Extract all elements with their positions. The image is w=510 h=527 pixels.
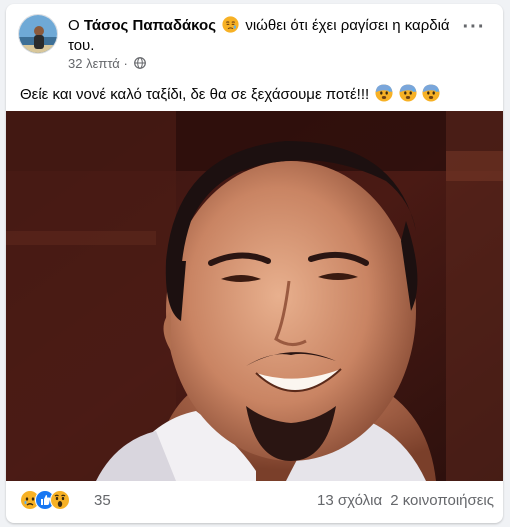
post-stats: 13 σχόλια 2 κοινοποιήσεις	[317, 492, 494, 509]
post-options-button[interactable]: ···	[460, 17, 488, 40]
author-name-link[interactable]: Τάσος Παπαδάκος	[84, 17, 216, 34]
anxious-face-emoji-icon	[422, 84, 440, 102]
headline-prefix: Ο	[68, 17, 80, 34]
post-photo[interactable]	[6, 111, 503, 481]
post-meta: 32 λεπτά ·	[68, 56, 147, 72]
post-headline: Ο Τάσος Παπαδάκος νιώθει ότι έχει ραγίσε…	[68, 16, 458, 56]
anxious-face-emoji-icon	[375, 84, 393, 102]
post-footer: 35 13 σχόλια 2 κοινοποιήσεις	[20, 488, 494, 518]
comments-count-link[interactable]: 13 σχόλια	[317, 492, 382, 509]
anxious-face-emoji-icon	[398, 84, 417, 102]
reaction-count-link[interactable]: 35	[94, 492, 111, 509]
sad-face-emoji-icon	[222, 16, 239, 33]
wow-reaction-icon	[50, 490, 70, 510]
post-body: Θείε και νονέ καλό ταξίδι, δε θα σε ξεχά…	[20, 84, 490, 108]
globe-icon[interactable]	[134, 57, 147, 69]
author-avatar[interactable]	[18, 14, 58, 54]
post-timestamp-link[interactable]: 32 λεπτά	[68, 56, 120, 71]
post-body-emojis	[375, 84, 440, 108]
post-body-text: Θείε και νονέ καλό ταξίδι, δε θα σε ξεχά…	[20, 86, 370, 103]
post-header: Ο Τάσος Παπαδάκος νιώθει ότι έχει ραγίσε…	[18, 14, 488, 71]
shares-count-link[interactable]: 2 κοινοποιήσεις	[390, 492, 494, 509]
feed-post: Ο Τάσος Παπαδάκος νιώθει ότι έχει ραγίσε…	[6, 4, 503, 523]
